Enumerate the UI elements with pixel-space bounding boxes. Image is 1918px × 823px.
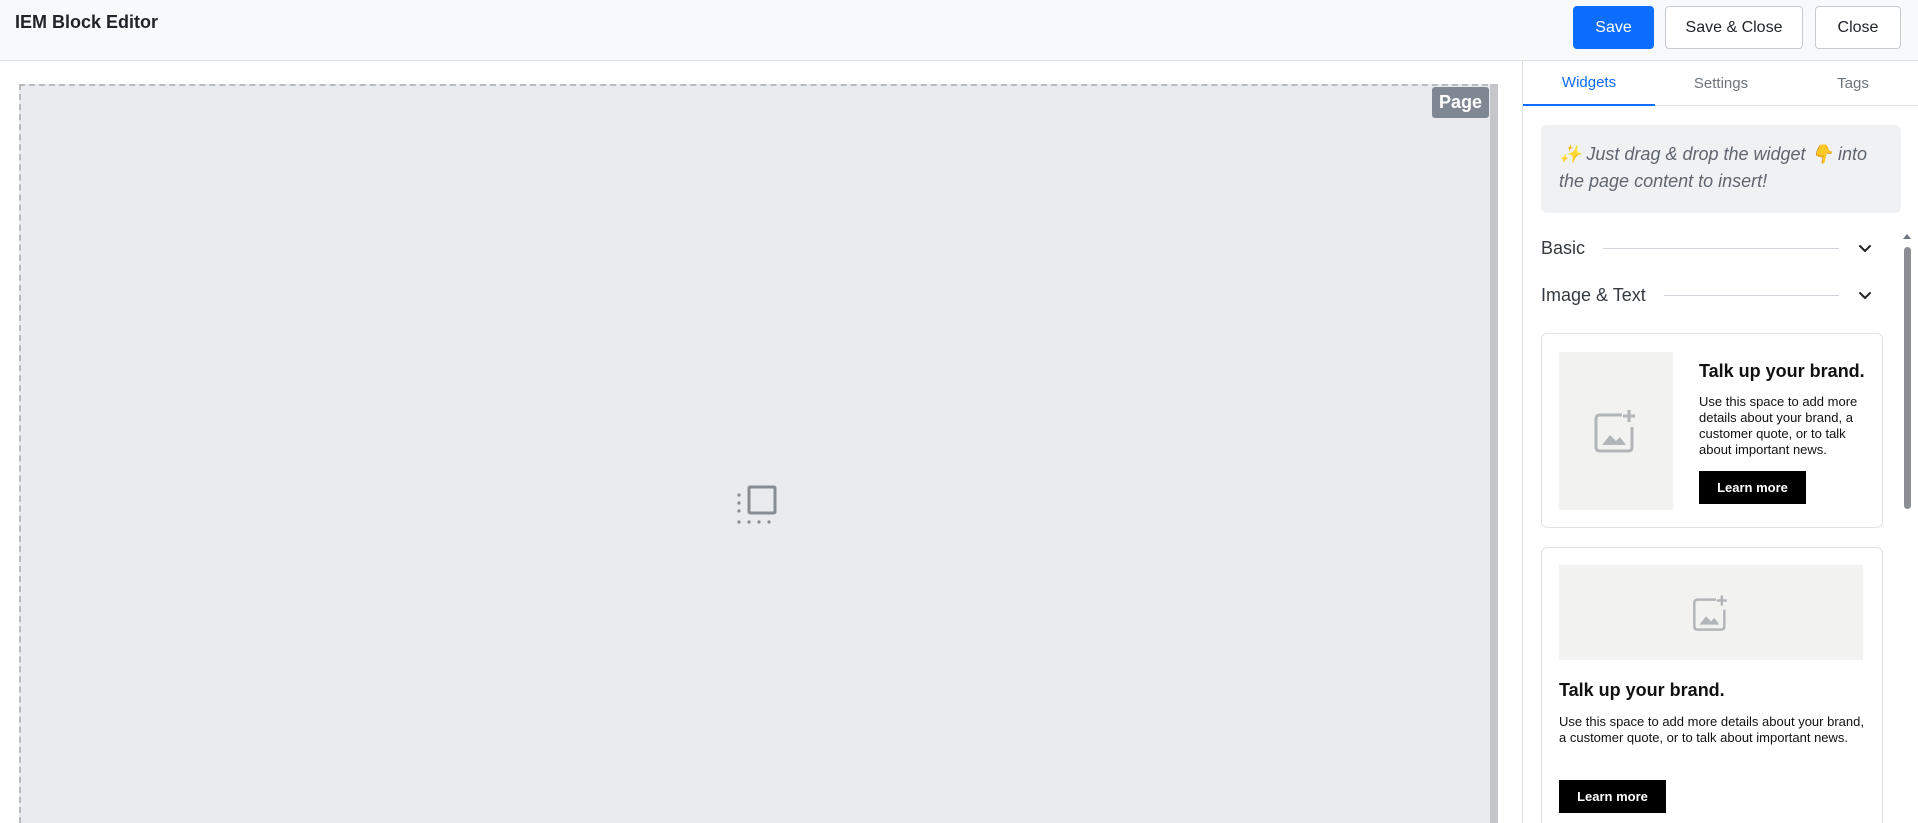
learn-more-button: Learn more xyxy=(1559,780,1666,813)
section-image-text[interactable]: Image & Text xyxy=(1541,280,1881,310)
widget-title: Talk up your brand. xyxy=(1699,361,1865,381)
widget-image-left-text[interactable]: Talk up your brand. Use this space to ad… xyxy=(1541,333,1883,528)
widget-image-top-text[interactable]: Talk up your brand. Use this space to ad… xyxy=(1541,547,1883,823)
section-basic[interactable]: Basic xyxy=(1541,233,1881,263)
tab-tags[interactable]: Tags xyxy=(1787,61,1918,106)
widget-title: Talk up your brand. xyxy=(1559,680,1725,700)
page-drop-zone[interactable] xyxy=(19,84,1498,823)
add-image-icon xyxy=(1594,410,1635,453)
save-button[interactable]: Save xyxy=(1573,6,1654,49)
add-image-icon xyxy=(1693,595,1727,631)
section-divider xyxy=(1603,247,1839,249)
top-bar: IEM Block Editor Save Save & Close Close xyxy=(0,0,1918,61)
tab-settings[interactable]: Settings xyxy=(1655,61,1787,106)
chevron-down-icon[interactable] xyxy=(1857,287,1873,303)
image-placeholder xyxy=(1559,352,1673,510)
save-and-close-button[interactable]: Save & Close xyxy=(1665,6,1803,49)
image-placeholder xyxy=(1559,565,1863,660)
section-divider xyxy=(1663,294,1839,296)
widget-body: Use this space to add more details about… xyxy=(1699,394,1858,457)
drag-drop-hint: ✨ Just drag & drop the widget 👇 into the… xyxy=(1541,125,1901,213)
app-title: IEM Block Editor xyxy=(15,12,159,32)
widget-body: Use this space to add more details about… xyxy=(1559,714,1864,745)
page-badge[interactable]: Page xyxy=(1432,87,1490,118)
scrollbar-thumb[interactable] xyxy=(1904,247,1911,509)
sidebar-tabs: Widgets Settings Tags xyxy=(1523,61,1918,106)
section-basic-label: Basic xyxy=(1541,237,1586,258)
section-image-text-label: Image & Text xyxy=(1541,284,1646,305)
widgets-sidebar: Widgets Settings Tags ✨ Just drag & drop… xyxy=(1522,61,1918,823)
scroll-up-arrow-icon[interactable] xyxy=(1903,234,1911,239)
close-button[interactable]: Close xyxy=(1815,6,1901,49)
frame-icon xyxy=(737,485,777,524)
tab-widgets[interactable]: Widgets xyxy=(1523,61,1655,106)
chevron-down-icon[interactable] xyxy=(1857,240,1873,256)
page-edge xyxy=(1490,84,1498,823)
learn-more-button: Learn more xyxy=(1699,471,1806,504)
